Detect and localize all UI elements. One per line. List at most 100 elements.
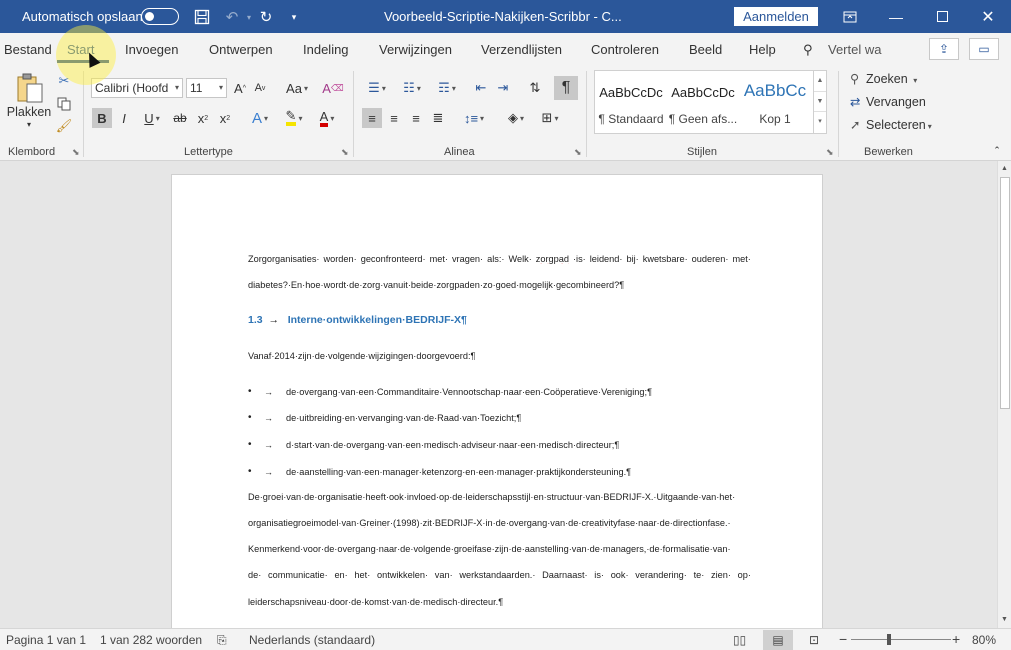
close-icon[interactable]: ✕	[965, 0, 1011, 33]
document-title: Voorbeeld-Scriptie-Nakijken-Scribbr - C.…	[384, 9, 622, 24]
strikethrough-button[interactable]: ab	[171, 108, 189, 128]
status-bar: Pagina 1 van 1 1 van 282 woorden ⎘ Neder…	[0, 628, 1011, 650]
comments-button[interactable]: ▭	[969, 38, 999, 60]
word: is·	[594, 570, 604, 580]
vertical-scrollbar[interactable]: ▲ ▼	[997, 161, 1011, 628]
subscript-button[interactable]: x2	[195, 108, 211, 128]
copy-icon[interactable]	[56, 96, 72, 112]
select-button[interactable]: ➚ Selecteren ▾	[850, 117, 932, 132]
align-center-icon[interactable]: ≡	[385, 108, 403, 128]
replace-button[interactable]: ⇄ Vervangen	[850, 94, 926, 109]
bold-button[interactable]: B	[92, 108, 112, 128]
document-page[interactable]: Zorgorganisaties· worden· geconfronteerd· m…	[171, 174, 823, 628]
zoom-level[interactable]: 80%	[972, 633, 996, 647]
line-spacing-icon[interactable]: ↕≡ ▾	[459, 108, 489, 128]
scroll-down-icon[interactable]: ▼	[998, 613, 1011, 627]
scroll-up-icon[interactable]: ▲	[998, 162, 1011, 176]
zoom-out-icon[interactable]: −	[839, 631, 847, 647]
autosave-toggle[interactable]	[141, 8, 179, 25]
change-case-icon[interactable]: Aa ▾	[283, 79, 311, 97]
font-size-box[interactable]: 11 ▾	[186, 78, 227, 98]
collapse-ribbon-icon[interactable]: ⌃	[990, 145, 1004, 156]
tab-ontwerpen[interactable]: Ontwerpen	[209, 42, 273, 57]
sort-icon[interactable]: ⇅	[525, 79, 545, 97]
tell-me-search[interactable]: Vertel wa	[828, 42, 881, 57]
format-painter-icon[interactable]: 🖌	[56, 118, 73, 134]
tab-bestand[interactable]: Bestand	[4, 42, 52, 57]
superscript-button[interactable]: x2	[217, 108, 233, 128]
paragraph-launcher-icon[interactable]: ⬊	[574, 147, 582, 158]
read-mode-icon[interactable]: ▯▯	[733, 633, 746, 647]
style-standaard[interactable]: AaBbCcDc ¶ Standaard	[595, 71, 667, 133]
numbering-icon[interactable]: ☷ ▾	[397, 79, 427, 97]
active-tab-indicator	[57, 60, 109, 63]
page-count[interactable]: Pagina 1 van 1	[6, 633, 86, 647]
tab-verzendlijsten[interactable]: Verzendlijsten	[481, 42, 562, 57]
decrease-indent-icon[interactable]: ⇤	[472, 79, 490, 97]
paste-label[interactable]: Plakken	[7, 105, 51, 119]
italic-button[interactable]: I	[116, 108, 132, 128]
paragraph-line: De·groei·van·de·organisatie·heeft·ook·in…	[248, 492, 736, 502]
styles-gallery-scroll[interactable]: ▲ ▼ ▾	[813, 71, 826, 133]
align-right-icon[interactable]: ≡	[407, 108, 425, 128]
ribbon-separator	[83, 71, 84, 157]
web-layout-icon[interactable]: ⊡	[809, 633, 819, 647]
search-icon: ⚲	[850, 72, 860, 86]
title-bar: Automatisch opslaan ↶ ▾ ↻ ▾ Voorbeeld-Sc…	[0, 0, 1011, 33]
increase-indent-icon[interactable]: ⇥	[494, 79, 512, 97]
maximize-icon[interactable]	[919, 0, 965, 33]
tab-invoegen[interactable]: Invoegen	[125, 42, 179, 57]
lightbulb-search-icon[interactable]: ⚲	[803, 42, 813, 58]
zoom-slider[interactable]	[851, 639, 951, 640]
borders-icon[interactable]: ⊞ ▾	[536, 108, 564, 128]
underline-button[interactable]: U ▾	[138, 108, 166, 128]
cut-icon[interactable]: ✂	[56, 73, 72, 89]
multilevel-list-icon[interactable]: ☶ ▾	[432, 79, 462, 97]
zoom-slider-thumb[interactable]	[887, 634, 891, 645]
chevron-down-icon: ▾	[174, 83, 179, 92]
word-count[interactable]: 1 van 282 woorden	[100, 633, 202, 647]
print-layout-icon[interactable]: ▤	[763, 630, 793, 650]
align-left-icon[interactable]: ≡	[362, 108, 382, 128]
font-launcher-icon[interactable]: ⬊	[341, 147, 349, 158]
redo-icon[interactable]: ↻	[256, 7, 276, 27]
proofing-icon[interactable]: ⎘	[217, 633, 227, 648]
paste-icon[interactable]	[10, 71, 50, 105]
tab-controleren[interactable]: Controleren	[591, 42, 659, 57]
minimize-icon[interactable]: —	[873, 0, 919, 33]
save-icon[interactable]	[192, 7, 212, 27]
share-button[interactable]: ⇪	[929, 38, 959, 60]
zoom-in-icon[interactable]: +	[952, 631, 960, 647]
customize-qat-icon[interactable]: ▾	[284, 7, 304, 27]
find-button[interactable]: ⚲ Zoeken ▾	[850, 71, 917, 86]
grow-font-icon[interactable]: A ^	[232, 79, 248, 97]
show-formatting-marks-button[interactable]: ¶	[554, 76, 578, 100]
bullets-icon[interactable]: ☰ ▾	[362, 79, 392, 97]
language-status[interactable]: Nederlands (standaard)	[249, 633, 375, 647]
highlight-color-icon[interactable]: ✎ ▾	[280, 108, 308, 128]
justify-icon[interactable]: ≣	[429, 108, 447, 128]
sign-in-button[interactable]: Aanmelden	[734, 7, 818, 26]
ribbon-separator	[586, 71, 587, 157]
editing-group-label: Bewerken	[864, 146, 913, 158]
ribbon-display-options-icon[interactable]	[827, 0, 873, 33]
shrink-font-icon[interactable]: Av	[252, 79, 268, 97]
tab-indeling[interactable]: Indeling	[303, 42, 349, 57]
style-geen-afstand[interactable]: AaBbCcDc ¶ Geen afs...	[667, 71, 739, 133]
paragraph-line: de· communicatie· en· het· ontwikkelen· van· w…	[248, 570, 751, 580]
clear-formatting-icon[interactable]: A ⌫	[322, 79, 343, 97]
styles-launcher-icon[interactable]: ⬊	[826, 147, 834, 158]
style-kop-1[interactable]: AaBbCc Kop 1	[739, 71, 811, 133]
ribbon-tabs: Bestand Start Invoegen Ontwerpen Indelin…	[0, 33, 1011, 65]
font-name-box[interactable]: Calibri (Hoofd ▾	[91, 78, 183, 98]
tab-beeld[interactable]: Beeld	[689, 42, 722, 57]
font-color-icon[interactable]: A ▾	[313, 108, 341, 128]
document-area[interactable]: Zorgorganisaties· worden· geconfronteerd· m…	[0, 161, 997, 628]
tab-help[interactable]: Help	[749, 42, 776, 57]
tab-verwijzingen[interactable]: Verwijzingen	[379, 42, 452, 57]
clipboard-launcher-icon[interactable]: ⬊	[72, 147, 80, 158]
scroll-thumb[interactable]	[1000, 177, 1010, 409]
text-effects-icon[interactable]: A ▾	[247, 108, 273, 128]
paste-dropdown-icon[interactable]: ▾	[24, 120, 34, 129]
shading-icon[interactable]: ◈ ▾	[502, 108, 530, 128]
